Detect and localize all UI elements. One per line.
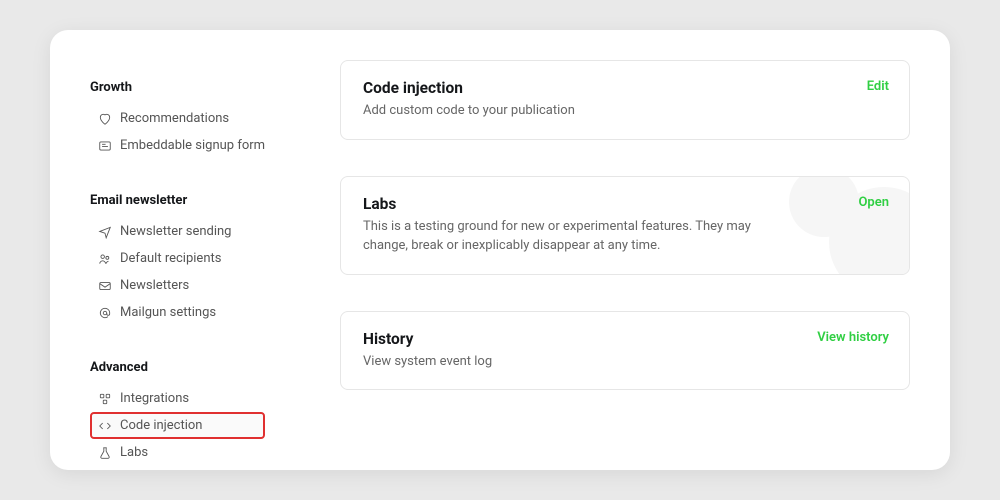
sidebar-item-label: Newsletter sending <box>120 224 231 239</box>
sidebar-item-label: Embeddable signup form <box>120 138 265 153</box>
sidebar-item-embeddable-signup[interactable]: Embeddable signup form <box>90 132 310 159</box>
sidebar-item-label: Mailgun settings <box>120 305 216 320</box>
card-title: Code injection <box>363 79 887 97</box>
sidebar-heading-advanced: Advanced <box>90 360 310 375</box>
sidebar-item-label: Newsletters <box>120 278 189 293</box>
settings-main: Code injection Add custom code to your p… <box>310 60 910 470</box>
settings-sidebar: Growth Recommendations Embeddable signup… <box>90 60 310 470</box>
sidebar-item-labs[interactable]: Labs <box>90 439 310 466</box>
card-description: Add custom code to your publication <box>363 101 783 121</box>
card-title: Labs <box>363 195 887 213</box>
sidebar-item-recommendations[interactable]: Recommendations <box>90 105 310 132</box>
flask-icon <box>98 446 112 460</box>
sidebar-item-label: Labs <box>120 445 148 460</box>
card-history: History View system event log View histo… <box>340 311 910 391</box>
sidebar-item-newsletter-sending[interactable]: Newsletter sending <box>90 218 310 245</box>
send-icon <box>98 225 112 239</box>
settings-window: Growth Recommendations Embeddable signup… <box>50 30 950 470</box>
mail-icon <box>98 279 112 293</box>
at-icon <box>98 306 112 320</box>
open-button[interactable]: Open <box>858 195 889 210</box>
heart-icon <box>98 112 112 126</box>
sidebar-item-label: Integrations <box>120 391 189 406</box>
sidebar-item-newsletters[interactable]: Newsletters <box>90 272 310 299</box>
sidebar-item-label: Default recipients <box>120 251 221 266</box>
edit-button[interactable]: Edit <box>867 79 889 94</box>
sidebar-item-history[interactable]: History <box>90 466 310 470</box>
sidebar-item-label: Recommendations <box>120 111 229 126</box>
puzzle-icon <box>98 392 112 406</box>
card-description: View system event log <box>363 352 783 372</box>
card-labs: Labs This is a testing ground for new or… <box>340 176 910 275</box>
sidebar-heading-growth: Growth <box>90 80 310 95</box>
view-history-button[interactable]: View history <box>817 330 889 345</box>
card-code-injection: Code injection Add custom code to your p… <box>340 60 910 140</box>
form-icon <box>98 139 112 153</box>
sidebar-item-mailgun-settings[interactable]: Mailgun settings <box>90 299 310 326</box>
card-description: This is a testing ground for new or expe… <box>363 217 783 256</box>
sidebar-heading-email: Email newsletter <box>90 193 310 208</box>
users-icon <box>98 252 112 266</box>
sidebar-item-default-recipients[interactable]: Default recipients <box>90 245 310 272</box>
sidebar-item-code-injection[interactable]: Code injection <box>90 412 265 439</box>
sidebar-item-integrations[interactable]: Integrations <box>90 385 310 412</box>
code-icon <box>98 419 112 433</box>
sidebar-item-label: Code injection <box>120 418 202 433</box>
card-title: History <box>363 330 887 348</box>
